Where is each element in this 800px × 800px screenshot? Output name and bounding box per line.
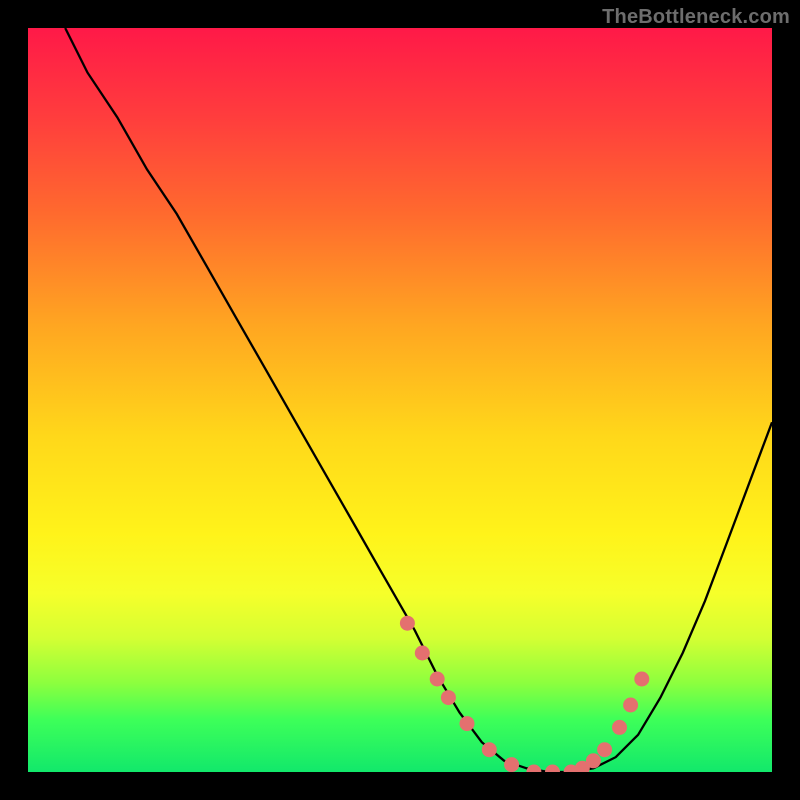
highlight-point [482,742,497,757]
highlight-points-group [400,616,649,772]
plot-area [28,28,772,772]
highlight-point [597,742,612,757]
highlight-point [441,690,456,705]
chart-frame: TheBottleneck.com [0,0,800,800]
highlight-point [623,698,638,713]
chart-svg [28,28,772,772]
highlight-point [526,765,541,773]
highlight-point [586,753,601,768]
watermark-text: TheBottleneck.com [602,6,790,29]
highlight-point [415,646,430,661]
highlight-point [634,672,649,687]
highlight-point [400,616,415,631]
highlight-point [430,672,445,687]
highlight-point [504,757,519,772]
highlight-point [545,765,560,773]
highlight-point [460,716,475,731]
highlight-point [612,720,627,735]
bottleneck-curve [65,28,772,772]
